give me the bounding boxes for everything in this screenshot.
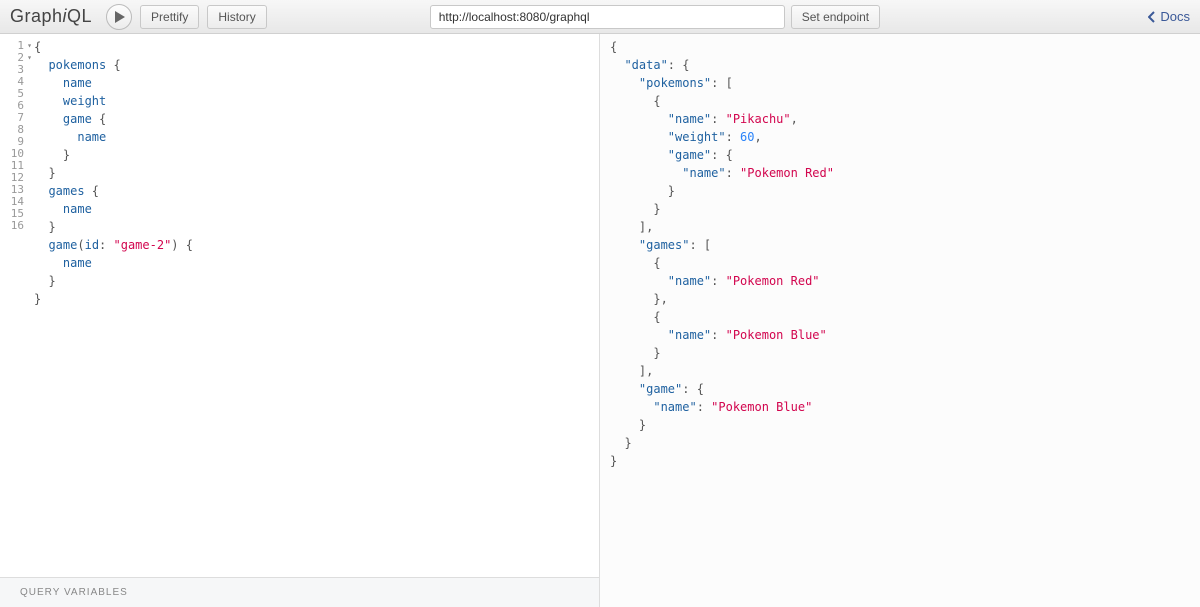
fold-icon[interactable]: ▾ <box>27 52 32 64</box>
endpoint-group: Set endpoint <box>430 5 880 29</box>
query-gutter: 1▾ 2▾ 3 4 5 6 7 8 9 10 11 12 13 14 15 16 <box>0 34 28 577</box>
history-button[interactable]: History <box>207 5 266 29</box>
docs-label: Docs <box>1160 9 1190 24</box>
endpoint-input[interactable] <box>430 5 785 29</box>
prettify-button[interactable]: Prettify <box>140 5 199 29</box>
set-endpoint-button[interactable]: Set endpoint <box>791 5 880 29</box>
body-area: 1▾ 2▾ 3 4 5 6 7 8 9 10 11 12 13 14 15 16… <box>0 34 1200 607</box>
docs-button[interactable]: Docs <box>1148 9 1190 24</box>
query-variables-bar[interactable]: QUERY VARIABLES <box>0 577 599 607</box>
result-viewer[interactable]: { "data": { "pokemons": [ { "name": "Pik… <box>600 34 1200 474</box>
chevron-left-icon <box>1148 11 1156 23</box>
query-variables-label: QUERY VARIABLES <box>20 587 128 598</box>
query-code[interactable]: { pokemons { name weight game { name } }… <box>28 34 599 577</box>
result-column: { "data": { "pokemons": [ { "name": "Pik… <box>600 34 1200 607</box>
app-title: GraphiQL <box>10 6 92 27</box>
toolbar: GraphiQL Prettify History Set endpoint D… <box>0 0 1200 34</box>
fold-icon[interactable]: ▾ <box>27 40 32 52</box>
play-icon <box>115 11 125 23</box>
query-editor[interactable]: 1▾ 2▾ 3 4 5 6 7 8 9 10 11 12 13 14 15 16… <box>0 34 599 577</box>
execute-button[interactable] <box>106 4 132 30</box>
query-editor-column: 1▾ 2▾ 3 4 5 6 7 8 9 10 11 12 13 14 15 16… <box>0 34 600 607</box>
